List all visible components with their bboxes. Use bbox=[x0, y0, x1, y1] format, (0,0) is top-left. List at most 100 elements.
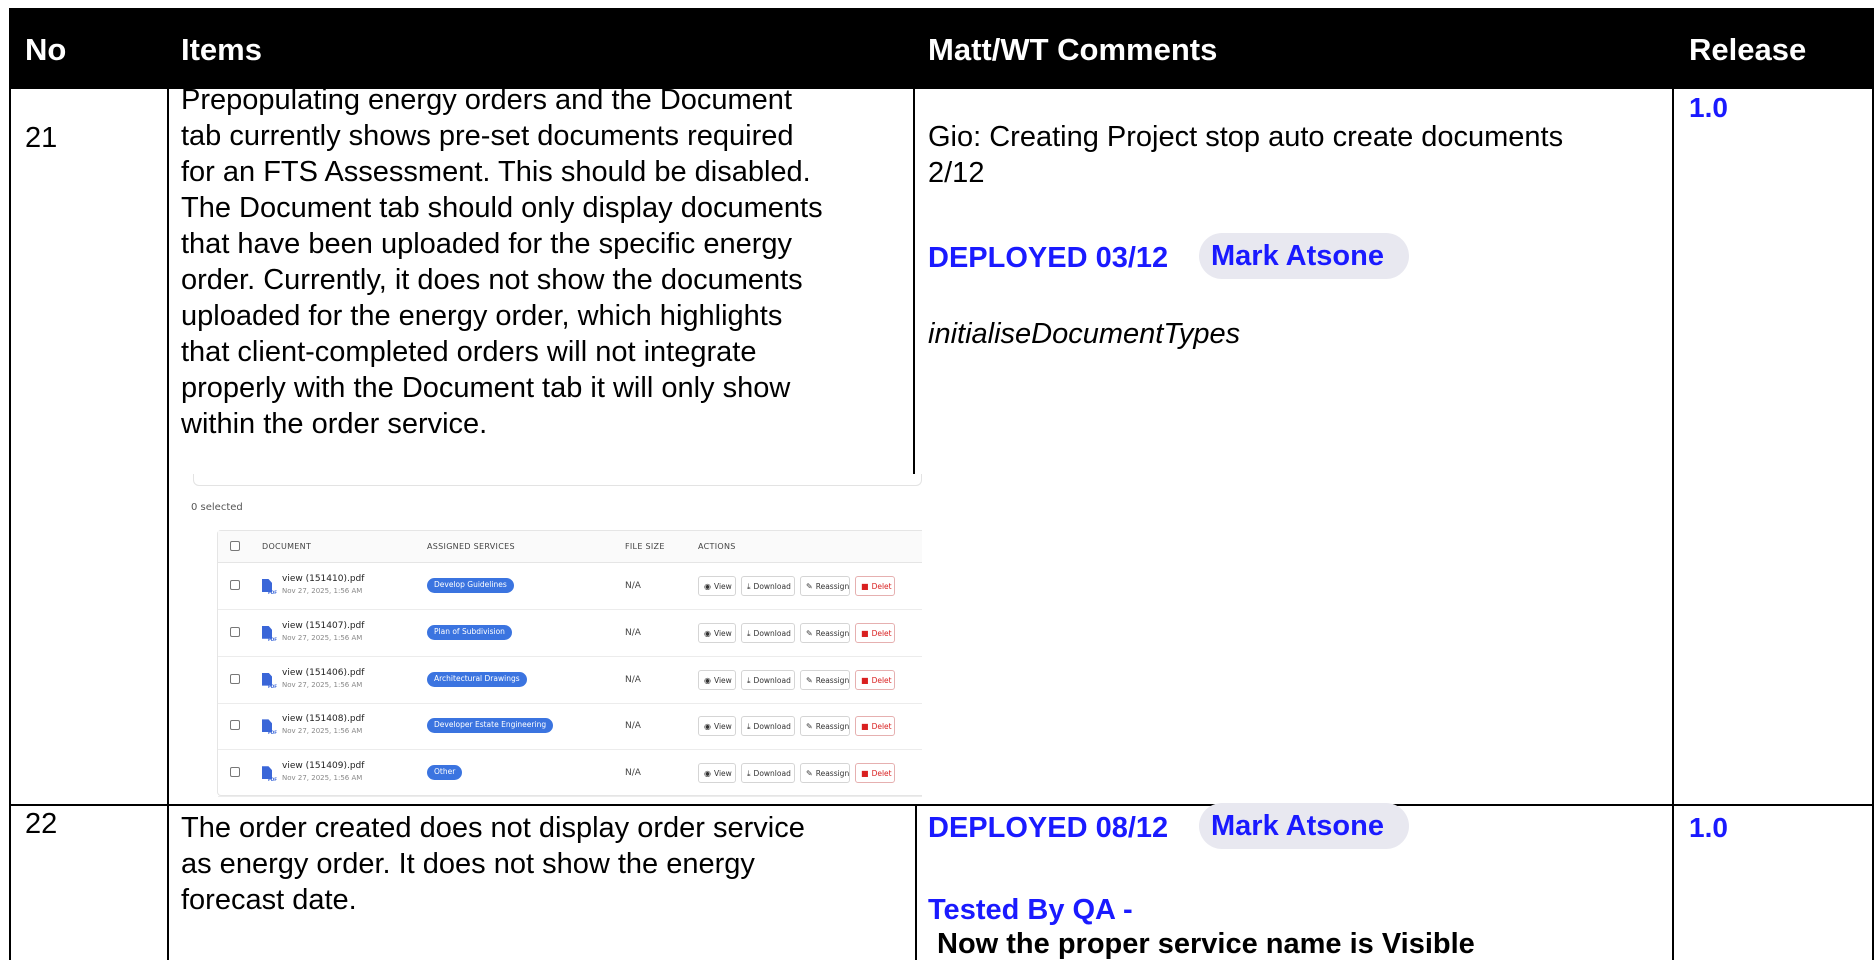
table-header: No Items Matt/WT Comments Release bbox=[9, 8, 1874, 89]
selected-count: 0 selected bbox=[191, 502, 243, 513]
reassign-button[interactable]: ✎ Reassign bbox=[800, 576, 850, 596]
item-line: forecast date. bbox=[181, 884, 357, 916]
trash-icon: ■ bbox=[861, 769, 869, 779]
edit-icon: ✎ bbox=[806, 769, 813, 779]
service-badge: Develop Guidelines bbox=[427, 578, 514, 593]
comments-table: No Items Matt/WT Comments Release 21 Pre… bbox=[9, 8, 1874, 960]
view-button[interactable]: ◉ View bbox=[698, 576, 736, 596]
panel-top-edge bbox=[193, 474, 922, 486]
item-line: that client-completed orders will not in… bbox=[181, 336, 757, 368]
view-button[interactable]: ◉ View bbox=[698, 763, 736, 784]
row-checkbox[interactable] bbox=[230, 720, 240, 731]
file-name[interactable]: view (151409).pdf bbox=[282, 761, 364, 771]
item-line: for an FTS Assessment. This should be di… bbox=[181, 156, 811, 188]
grid-line bbox=[1672, 89, 1674, 960]
trash-icon: ■ bbox=[861, 628, 869, 638]
file-name[interactable]: view (151408).pdf bbox=[282, 714, 364, 724]
table-row: PDF view (151410).pdf Nov 27, 2025, 1:56 A… bbox=[218, 563, 922, 610]
document-table-header: DOCUMENT ASSIGNED SERVICES FILE SIZE ACT… bbox=[218, 531, 922, 563]
col-assigned-services: ASSIGNED SERVICES bbox=[427, 542, 515, 551]
delete-label: Delet bbox=[871, 722, 892, 732]
item-line: uploaded for the energy order, which hig… bbox=[181, 300, 783, 332]
download-button[interactable]: ⤓ Download bbox=[741, 622, 795, 643]
grid-line bbox=[915, 805, 917, 960]
view-button[interactable]: ◉ View bbox=[698, 716, 736, 737]
delete-button[interactable]: ■ Delet bbox=[855, 763, 895, 784]
download-icon: ⤓ bbox=[747, 628, 751, 638]
function-name: initialiseDocumentTypes bbox=[928, 318, 1241, 350]
comment-line: Gio: Creating Project stop auto create d… bbox=[928, 121, 1564, 153]
file-date: Nov 27, 2025, 1:56 AM bbox=[282, 727, 363, 736]
download-icon: ⤓ bbox=[747, 769, 751, 779]
delete-button[interactable]: ■ Delet bbox=[855, 622, 895, 643]
reassign-button[interactable]: ✎ Reassign bbox=[800, 763, 850, 784]
comment-text: Gio: Creating Project stop auto create d… bbox=[928, 119, 1668, 191]
col-file-size: FILE SIZE bbox=[625, 542, 665, 551]
download-label: Download bbox=[753, 628, 791, 638]
eye-icon: ◉ bbox=[704, 722, 711, 732]
person-chip[interactable]: Mark Atsone bbox=[1199, 803, 1409, 849]
reassign-button[interactable]: ✎ Reassign bbox=[800, 622, 850, 643]
item-line: Prepopulating energy orders and the Docu… bbox=[181, 84, 792, 116]
item-line: The Document tab should only display doc… bbox=[181, 192, 823, 224]
row-number: 21 bbox=[25, 122, 58, 154]
delete-button[interactable]: ■ Delet bbox=[855, 716, 895, 737]
view-label: View bbox=[713, 675, 732, 685]
deployed-status: DEPLOYED 08/12 bbox=[928, 812, 1169, 844]
trash-icon: ■ bbox=[861, 582, 869, 591]
tested-note: Now the proper service name is Visible bbox=[937, 928, 1475, 960]
reassign-button[interactable]: ✎ Reassign bbox=[800, 669, 850, 690]
release-version: 1.0 bbox=[1689, 92, 1728, 123]
file-name[interactable]: view (151406).pdf bbox=[282, 668, 364, 678]
eye-icon: ◉ bbox=[704, 628, 711, 638]
reassign-label: Reassign bbox=[815, 722, 850, 732]
view-button[interactable]: ◉ View bbox=[698, 622, 736, 643]
header-release: Release bbox=[1689, 32, 1807, 67]
download-icon: ⤓ bbox=[747, 722, 751, 732]
download-button[interactable]: ⤓ Download bbox=[741, 576, 795, 596]
header-comments: Matt/WT Comments bbox=[928, 32, 1218, 67]
view-label: View bbox=[713, 628, 732, 638]
file-size: N/A bbox=[625, 627, 641, 638]
trash-icon: ■ bbox=[861, 675, 869, 685]
download-button[interactable]: ⤓ Download bbox=[741, 669, 795, 690]
row-checkbox[interactable] bbox=[230, 767, 240, 778]
trash-icon: ■ bbox=[861, 722, 869, 732]
item-line: tab currently shows pre-set documents re… bbox=[181, 120, 794, 152]
item-line: properly with the Document tab it will o… bbox=[181, 372, 791, 404]
reassign-label: Reassign bbox=[815, 628, 850, 638]
item-description: Prepopulating energy orders and the Docu… bbox=[181, 82, 911, 442]
person-chip[interactable]: Mark Atsone bbox=[1199, 233, 1409, 279]
delete-label: Delet bbox=[871, 675, 892, 685]
file-name[interactable]: view (151407).pdf bbox=[282, 621, 364, 631]
download-button[interactable]: ⤓ Download bbox=[741, 763, 795, 784]
file-size: N/A bbox=[625, 768, 641, 779]
download-icon: ⤓ bbox=[747, 675, 751, 685]
download-label: Download bbox=[753, 582, 791, 591]
document-table: DOCUMENT ASSIGNED SERVICES FILE SIZE ACT… bbox=[217, 530, 922, 798]
eye-icon: ◉ bbox=[704, 675, 711, 685]
row-checkbox[interactable] bbox=[230, 580, 240, 590]
download-button[interactable]: ⤓ Download bbox=[741, 716, 795, 737]
row-checkbox[interactable] bbox=[230, 673, 240, 684]
reassign-button[interactable]: ✎ Reassign bbox=[800, 716, 850, 737]
item-line: as energy order. It does not show the en… bbox=[181, 848, 755, 880]
delete-button[interactable]: ■ Delet bbox=[855, 576, 895, 596]
grid-line bbox=[167, 89, 169, 960]
row-divider bbox=[9, 804, 1874, 806]
service-badge: Plan of Subdivision bbox=[427, 624, 512, 640]
eye-icon: ◉ bbox=[704, 582, 711, 591]
reassign-label: Reassign bbox=[815, 582, 850, 591]
row-checkbox[interactable] bbox=[230, 626, 240, 637]
delete-button[interactable]: ■ Delet bbox=[855, 669, 895, 690]
reassign-label: Reassign bbox=[815, 675, 850, 685]
file-size: N/A bbox=[625, 721, 641, 732]
deployed-status: DEPLOYED 03/12 bbox=[928, 242, 1169, 274]
pdf-tag: PDF bbox=[268, 590, 277, 595]
grid-line bbox=[9, 89, 11, 960]
view-button[interactable]: ◉ View bbox=[698, 669, 736, 690]
select-all-checkbox[interactable] bbox=[230, 541, 240, 551]
service-badge: Architectural Drawings bbox=[427, 671, 527, 687]
file-date: Nov 27, 2025, 1:56 AM bbox=[282, 680, 363, 689]
file-name[interactable]: view (151410).pdf bbox=[282, 574, 364, 584]
